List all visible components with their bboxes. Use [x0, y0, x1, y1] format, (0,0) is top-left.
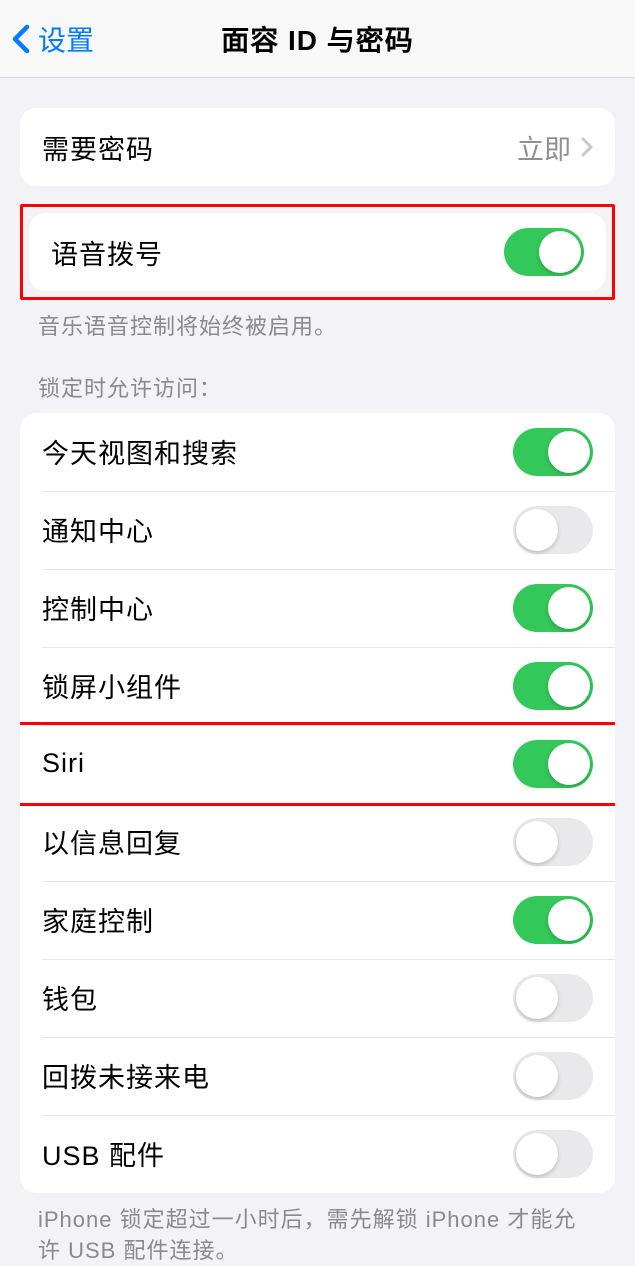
lock-access-row[interactable]: 今天视图和搜索 [20, 413, 615, 491]
require-passcode-group: 需要密码 立即 [20, 108, 615, 186]
lock-access-label: 通知中心 [42, 510, 154, 549]
back-label: 设置 [38, 19, 94, 59]
lock-access-toggle[interactable] [513, 428, 593, 476]
lock-access-toggle[interactable] [513, 1052, 593, 1100]
lock-access-toggle[interactable] [513, 818, 593, 866]
lock-access-row[interactable]: 锁屏小组件 [20, 647, 615, 725]
lock-access-label: 以信息回复 [42, 822, 182, 861]
voice-dial-group: 语音拨号 [29, 213, 606, 291]
navigation-bar: 设置 面容 ID 与密码 [0, 0, 635, 78]
require-passcode-detail: 立即 [517, 128, 593, 167]
lock-access-footer: iPhone 锁定超过一小时后，需先解锁 iPhone 才能允许 USB 配件连… [0, 1193, 635, 1266]
toggle-knob [548, 899, 590, 941]
page-title: 面容 ID 与密码 [221, 19, 414, 59]
toggle-knob [548, 587, 590, 629]
lock-access-header: 锁定时允许访问： [0, 343, 635, 413]
toggle-knob [516, 509, 558, 551]
voice-dial-highlight: 语音拨号 [20, 204, 615, 300]
toggle-knob [548, 665, 590, 707]
lock-access-group: 今天视图和搜索通知中心控制中心锁屏小组件 Siri 以信息回复家庭控制钱包回拨未接来… [20, 413, 615, 1193]
lock-access-row[interactable]: Siri [20, 725, 615, 803]
voice-dial-row[interactable]: 语音拨号 [29, 213, 606, 291]
lock-access-label: USB 配件 [42, 1134, 165, 1173]
require-passcode-label: 需要密码 [42, 128, 154, 167]
lock-access-label: 锁屏小组件 [42, 666, 182, 705]
voice-dial-footer: 音乐语音控制将始终被启用。 [0, 300, 635, 343]
lock-access-label: 控制中心 [42, 588, 154, 627]
lock-access-row[interactable]: 回拨未接来电 [20, 1037, 615, 1115]
toggle-knob [548, 743, 590, 785]
lock-access-row[interactable]: 以信息回复 [20, 803, 615, 881]
lock-access-label: 钱包 [42, 978, 98, 1017]
lock-access-row[interactable]: 家庭控制 [20, 881, 615, 959]
require-passcode-value: 立即 [517, 128, 571, 167]
lock-access-toggle[interactable] [513, 1130, 593, 1178]
lock-access-label: 回拨未接来电 [42, 1056, 210, 1095]
lock-access-label: 今天视图和搜索 [42, 432, 238, 471]
lock-access-row[interactable]: 控制中心 [20, 569, 615, 647]
lock-access-toggle[interactable] [513, 740, 593, 788]
require-passcode-row[interactable]: 需要密码 立即 [20, 108, 615, 186]
voice-dial-label: 语音拨号 [51, 233, 163, 272]
lock-access-label: Siri [42, 748, 85, 779]
lock-access-label: 家庭控制 [42, 900, 154, 939]
lock-access-row[interactable]: 通知中心 [20, 491, 615, 569]
toggle-knob [516, 821, 558, 863]
toggle-knob [516, 1133, 558, 1175]
lock-access-toggle[interactable] [513, 896, 593, 944]
back-button[interactable]: 设置 [0, 19, 94, 59]
lock-access-row[interactable]: USB 配件 [20, 1115, 615, 1193]
toggle-knob [539, 231, 581, 273]
lock-access-toggle[interactable] [513, 584, 593, 632]
lock-access-toggle[interactable] [513, 974, 593, 1022]
lock-access-toggle[interactable] [513, 506, 593, 554]
toggle-knob [516, 1055, 558, 1097]
chevron-left-icon [12, 24, 30, 54]
lock-access-row[interactable]: 钱包 [20, 959, 615, 1037]
voice-dial-toggle[interactable] [504, 228, 584, 276]
lock-access-toggle[interactable] [513, 662, 593, 710]
toggle-knob [516, 977, 558, 1019]
toggle-knob [548, 431, 590, 473]
chevron-right-icon [581, 137, 593, 157]
